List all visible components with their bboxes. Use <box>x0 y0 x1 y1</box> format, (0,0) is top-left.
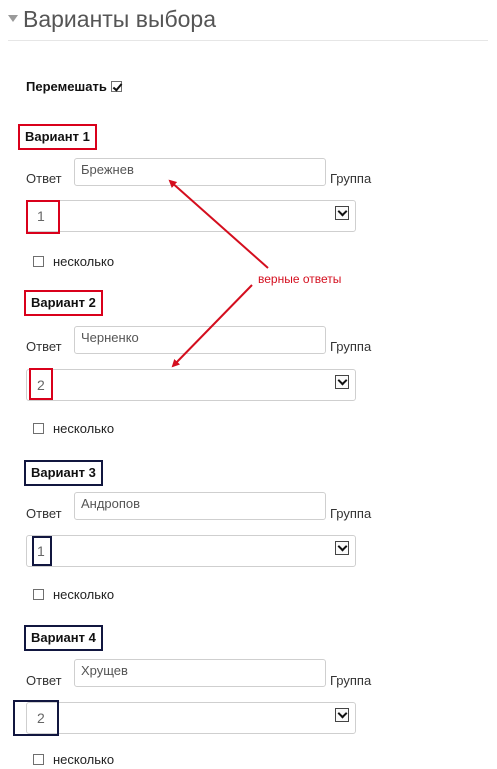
arrow-to-variant-2 <box>171 284 253 368</box>
arrow-to-variant-1 <box>168 179 269 269</box>
annotation-arrows <box>168 179 269 368</box>
correct-answers-annotation: верные ответы <box>258 272 342 286</box>
